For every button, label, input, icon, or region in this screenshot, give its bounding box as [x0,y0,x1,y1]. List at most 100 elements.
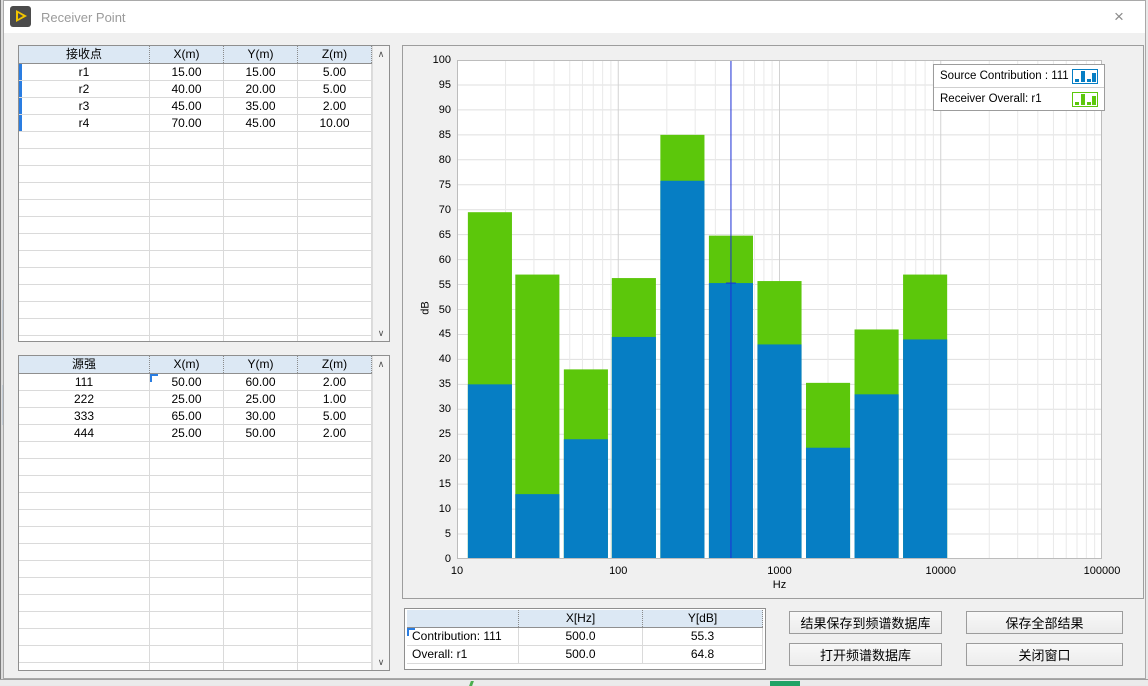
table-cell[interactable] [298,629,372,645]
column-header[interactable]: 接收点 [19,46,150,63]
table-cell[interactable] [224,663,298,670]
table-cell[interactable] [224,336,298,341]
table-cell[interactable] [224,302,298,318]
table-cell[interactable]: r1 [19,64,150,80]
table-cell[interactable] [19,166,150,182]
table-cell[interactable] [150,578,224,594]
table-cell[interactable] [19,561,150,577]
table-cell[interactable]: 2.00 [298,425,372,441]
table-cell[interactable]: 40.00 [150,81,224,97]
table-cell[interactable]: 50.00 [150,374,224,390]
table-cell[interactable] [150,217,224,233]
close-window-button[interactable]: 关闭窗口 [966,643,1123,666]
table-row[interactable] [19,132,372,149]
table-cell[interactable] [224,183,298,199]
table-row[interactable] [19,268,372,285]
table-cell[interactable] [19,319,150,335]
table-cell[interactable]: 5.00 [298,64,372,80]
source-strength-grid[interactable]: 源强X(m)Y(m)Z(m)11150.0060.002.0022225.002… [19,356,372,670]
table-cell[interactable] [19,476,150,492]
column-header[interactable]: Y(m) [224,46,298,63]
table-cell[interactable] [298,578,372,594]
table-cell[interactable] [19,442,150,458]
table-cell[interactable] [224,527,298,543]
table-cell[interactable] [298,166,372,182]
table-cell[interactable] [298,234,372,250]
table-cell[interactable] [298,544,372,560]
table-cell[interactable] [298,527,372,543]
table-cell[interactable] [19,459,150,475]
table-cell[interactable] [19,527,150,543]
table-cell[interactable] [298,510,372,526]
table-cell[interactable] [150,183,224,199]
table-cell[interactable] [150,646,224,662]
table-cell[interactable] [298,595,372,611]
scroll-down-icon[interactable]: ∨ [373,325,389,341]
table-row[interactable] [19,234,372,251]
table-cell[interactable]: 15.00 [150,64,224,80]
table-cell[interactable] [19,200,150,216]
receiver-table-scrollbar[interactable]: ∧ ∨ [372,46,389,341]
cursor-readout-table[interactable]: X[Hz]Y[dB]Contribution: 111500.055.3Over… [404,608,766,670]
table-cell[interactable] [224,646,298,662]
table-cell[interactable] [150,612,224,628]
table-row[interactable] [19,476,372,493]
table-cell[interactable] [298,663,372,670]
table-cell[interactable] [19,132,150,148]
table-cell[interactable]: 1.00 [298,391,372,407]
table-cell[interactable]: 65.00 [150,408,224,424]
table-cell[interactable] [150,149,224,165]
table-cell[interactable]: 500.0 [519,628,643,645]
table-cell[interactable]: 444 [19,425,150,441]
table-cell[interactable]: 10.00 [298,115,372,131]
table-cell[interactable]: 30.00 [224,408,298,424]
table-cell[interactable] [298,476,372,492]
table-cell[interactable] [224,612,298,628]
table-cell[interactable] [150,166,224,182]
table-cell[interactable] [19,663,150,670]
table-cell[interactable] [298,268,372,284]
table-cell[interactable] [224,595,298,611]
table-row[interactable]: 44425.0050.002.00 [19,425,372,442]
table-cell[interactable]: 2.00 [298,98,372,114]
table-row[interactable]: r115.0015.005.00 [19,64,372,81]
table-cell[interactable] [298,646,372,662]
receiver-points-grid[interactable]: 接收点X(m)Y(m)Z(m)r115.0015.005.00r240.0020… [19,46,372,341]
source-table-scrollbar[interactable]: ∧ ∨ [372,356,389,670]
table-row[interactable] [19,629,372,646]
table-row[interactable] [19,302,372,319]
table-cell[interactable]: 25.00 [150,425,224,441]
table-cell[interactable] [224,442,298,458]
table-row[interactable] [19,166,372,183]
column-header[interactable]: Y(m) [224,356,298,373]
table-row[interactable]: r470.0045.0010.00 [19,115,372,132]
table-cell[interactable]: 45.00 [150,98,224,114]
table-cell[interactable] [224,166,298,182]
table-cell[interactable] [224,217,298,233]
table-cell[interactable] [224,319,298,335]
table-row[interactable]: 11150.0060.002.00 [19,374,372,391]
column-header[interactable]: X(m) [150,356,224,373]
column-header[interactable]: Y[dB] [643,610,763,627]
table-cell[interactable] [150,336,224,341]
legend-item[interactable]: Receiver Overall: r1 [934,87,1104,110]
table-cell[interactable] [224,578,298,594]
table-row[interactable] [19,544,372,561]
table-row[interactable] [19,646,372,663]
table-row[interactable] [19,527,372,544]
table-cell[interactable] [224,544,298,560]
table-cell[interactable] [298,251,372,267]
table-row[interactable] [19,251,372,268]
table-cell[interactable] [298,442,372,458]
table-cell[interactable] [298,149,372,165]
source-strength-table[interactable]: 源强X(m)Y(m)Z(m)11150.0060.002.0022225.002… [18,355,390,671]
table-cell[interactable] [19,251,150,267]
save-to-spectrum-db-button[interactable]: 结果保存到频谱数据库 [789,611,942,634]
table-row[interactable]: 22225.0025.001.00 [19,391,372,408]
table-cell[interactable]: r2 [19,81,150,97]
table-cell[interactable] [298,132,372,148]
scroll-up-icon[interactable]: ∧ [373,46,389,62]
table-cell[interactable] [150,442,224,458]
table-cell[interactable]: 222 [19,391,150,407]
table-row[interactable] [19,217,372,234]
